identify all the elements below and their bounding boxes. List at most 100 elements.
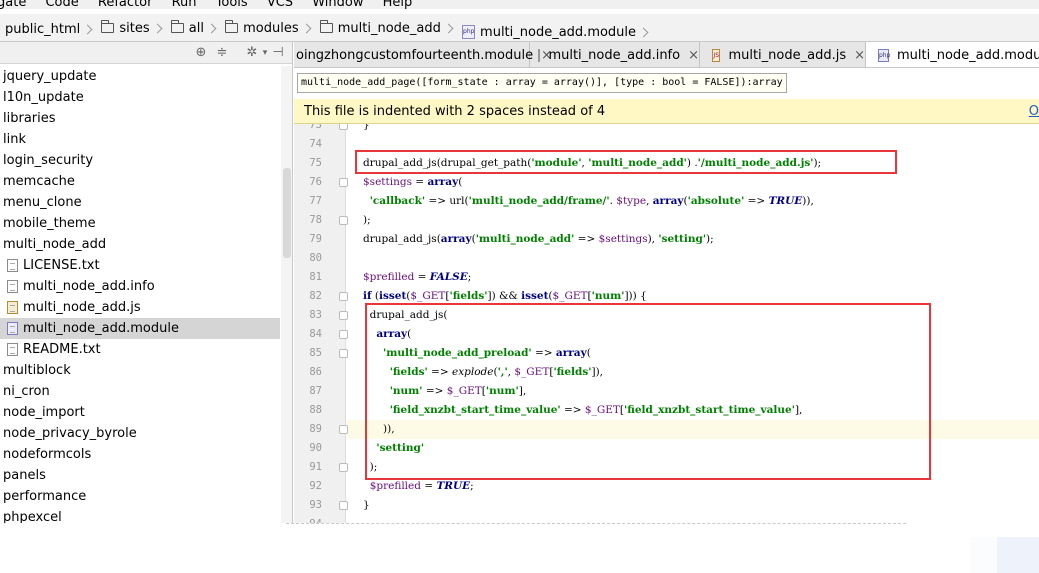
breadcrumb-item-module-file[interactable]: php multi_node_add.module (458, 18, 649, 41)
chevron-right-icon (206, 23, 217, 33)
fold-marker-icon[interactable] (339, 216, 348, 225)
breadcrumb-label: all (188, 20, 204, 36)
tree-item-label: multi_node_add.js (23, 300, 141, 315)
notification-action-link[interactable]: O (1029, 99, 1039, 124)
menu-item-run[interactable]: Run (172, 0, 197, 9)
tree-item-libraries[interactable]: libraries (0, 108, 280, 129)
line-number: 78 (309, 214, 322, 226)
php-file-icon: php (878, 48, 890, 62)
fold-marker-icon[interactable] (339, 330, 348, 339)
tree-item-memcache[interactable]: memcache (0, 171, 280, 192)
editor-tabs: oingzhongcustomfourteenth.module × multi… (294, 42, 1039, 68)
tree-item-nodeformcols[interactable]: nodeformcols (0, 444, 280, 465)
tree-item-l10n-update[interactable]: l10n_update (0, 87, 280, 108)
php-file-icon: php (462, 25, 476, 39)
tree-item-phpexcel[interactable]: phpexcel (0, 507, 280, 523)
text-file-icon (7, 343, 18, 356)
close-icon[interactable]: × (688, 48, 699, 63)
tree-item-panels[interactable]: panels (0, 465, 280, 486)
menu-item-window[interactable]: Window (312, 0, 363, 9)
menu-item-tools[interactable]: Tools (216, 0, 248, 9)
menu-item-navigate[interactable]: gate (0, 0, 26, 9)
gear-icon[interactable]: ✲ (245, 46, 259, 60)
folder-icon (225, 20, 239, 33)
tree-item-jquery-update[interactable]: jquery_update (0, 66, 280, 87)
line-number: 86 (309, 366, 322, 378)
breadcrumb-item-sites[interactable]: sites (97, 14, 163, 41)
text-file-icon (7, 280, 18, 293)
tree-item-readme[interactable]: README.txt (0, 339, 280, 360)
menu-item-refactor[interactable]: Refactor (98, 0, 153, 9)
chevron-right-icon (443, 23, 454, 33)
fold-marker-icon[interactable] (339, 178, 348, 187)
tree-item-ni-cron[interactable]: ni_cron (0, 381, 280, 402)
tree-item-license-txt[interactable]: LICENSE.txt (0, 255, 280, 276)
menu-item-code[interactable]: Code (45, 0, 78, 9)
folder-icon (319, 20, 333, 33)
line-number: 85 (309, 347, 322, 359)
breadcrumb-item-modules[interactable]: modules (221, 14, 312, 41)
line-number: 77 (309, 195, 322, 207)
menu-item-help[interactable]: Help (383, 0, 413, 9)
breadcrumb-label: multi_node_add.module (480, 24, 637, 40)
corner-background (970, 537, 1039, 573)
fold-marker-icon[interactable] (339, 425, 348, 434)
locate-icon[interactable]: ⊕ (194, 46, 208, 60)
parameter-hint-area: multi_node_add_page([form_state : array … (294, 68, 1039, 99)
tab-custom-module[interactable]: oingzhongcustomfourteenth.module × (294, 42, 552, 67)
code-line[interactable]: $prefilled = FALSE; (363, 268, 471, 287)
close-icon[interactable]: × (854, 48, 865, 63)
menu-item-vcs[interactable]: VCS (267, 0, 293, 9)
chevron-right-icon (152, 23, 163, 33)
tab-js-file[interactable]: JS multi_node_add.js × (700, 42, 866, 67)
code-line[interactable]: } (363, 124, 370, 135)
tree-item-js-file[interactable]: multi_node_add.js (0, 297, 280, 318)
tree-item-node-privacy-byrole[interactable]: node_privacy_byrole (0, 423, 280, 444)
tab-label: oingzhongcustomfourteenth.module (296, 47, 534, 63)
breadcrumb-item-multi-node-add[interactable]: multi_node_add (316, 14, 454, 41)
tree-item-performance[interactable]: performance (0, 486, 280, 507)
collapse-icon[interactable]: ≑ (215, 46, 229, 60)
tree-item-link[interactable]: link (0, 129, 280, 150)
line-number: 81 (309, 271, 322, 283)
line-number: 91 (309, 461, 322, 473)
tab-module-file[interactable]: php multi_node_add.module (866, 42, 1039, 67)
php-file-icon (7, 322, 18, 335)
fold-marker-icon[interactable] (339, 349, 348, 358)
breadcrumb: public_html sites all modules multi_node… (0, 14, 1039, 42)
hide-icon[interactable]: ⊣ (271, 46, 285, 60)
text-file-icon (538, 48, 541, 62)
fold-marker-icon[interactable] (339, 292, 348, 301)
code-line[interactable]: 'callback' => url('multi_node_add/frame/… (363, 192, 814, 211)
tree-item-multi-node-add[interactable]: multi_node_add (0, 234, 280, 255)
tree-item-menu-clone[interactable]: menu_clone (0, 192, 280, 213)
fold-marker-icon[interactable] (339, 311, 348, 320)
breadcrumb-item-all[interactable]: all (167, 14, 217, 41)
tree-item-multiblock[interactable]: multiblock (0, 360, 280, 381)
tree-item-login-security[interactable]: login_security (0, 150, 280, 171)
fold-marker-icon[interactable] (339, 463, 348, 472)
tree-item-label: multi_node_add.module (23, 321, 179, 336)
tree-item-mobile-theme[interactable]: mobile_theme (0, 213, 280, 234)
tab-info-file[interactable]: multi_node_add.info × (530, 42, 700, 67)
tree-item-label: LICENSE.txt (23, 258, 100, 273)
sidebar-scroll-thumb[interactable] (283, 168, 291, 258)
line-number: 83 (309, 309, 322, 321)
code-line[interactable]: ); (363, 211, 371, 230)
code-line[interactable]: drupal_add_js(array('multi_node_add' => … (363, 230, 714, 249)
tree-item-label: multi_node_add.info (23, 279, 155, 294)
code-line[interactable]: $settings = array( (363, 173, 462, 192)
fold-marker-icon[interactable] (339, 124, 348, 130)
dropdown-arrow-icon[interactable]: ▾ (258, 46, 272, 60)
sidebar-scrollbar[interactable] (281, 66, 292, 523)
tree-item-module-file[interactable]: multi_node_add.module (0, 318, 280, 339)
breadcrumb-label: multi_node_add (337, 20, 441, 36)
tree-item-node-import[interactable]: node_import (0, 402, 280, 423)
chevron-right-icon (301, 23, 312, 33)
line-number: 90 (309, 442, 322, 454)
fold-marker-icon[interactable] (339, 501, 348, 510)
tree-item-info-file[interactable]: multi_node_add.info (0, 276, 280, 297)
code-line[interactable]: } (363, 496, 370, 515)
breadcrumb-item-public-html[interactable]: public_html (0, 16, 93, 42)
folder-icon (170, 20, 184, 33)
